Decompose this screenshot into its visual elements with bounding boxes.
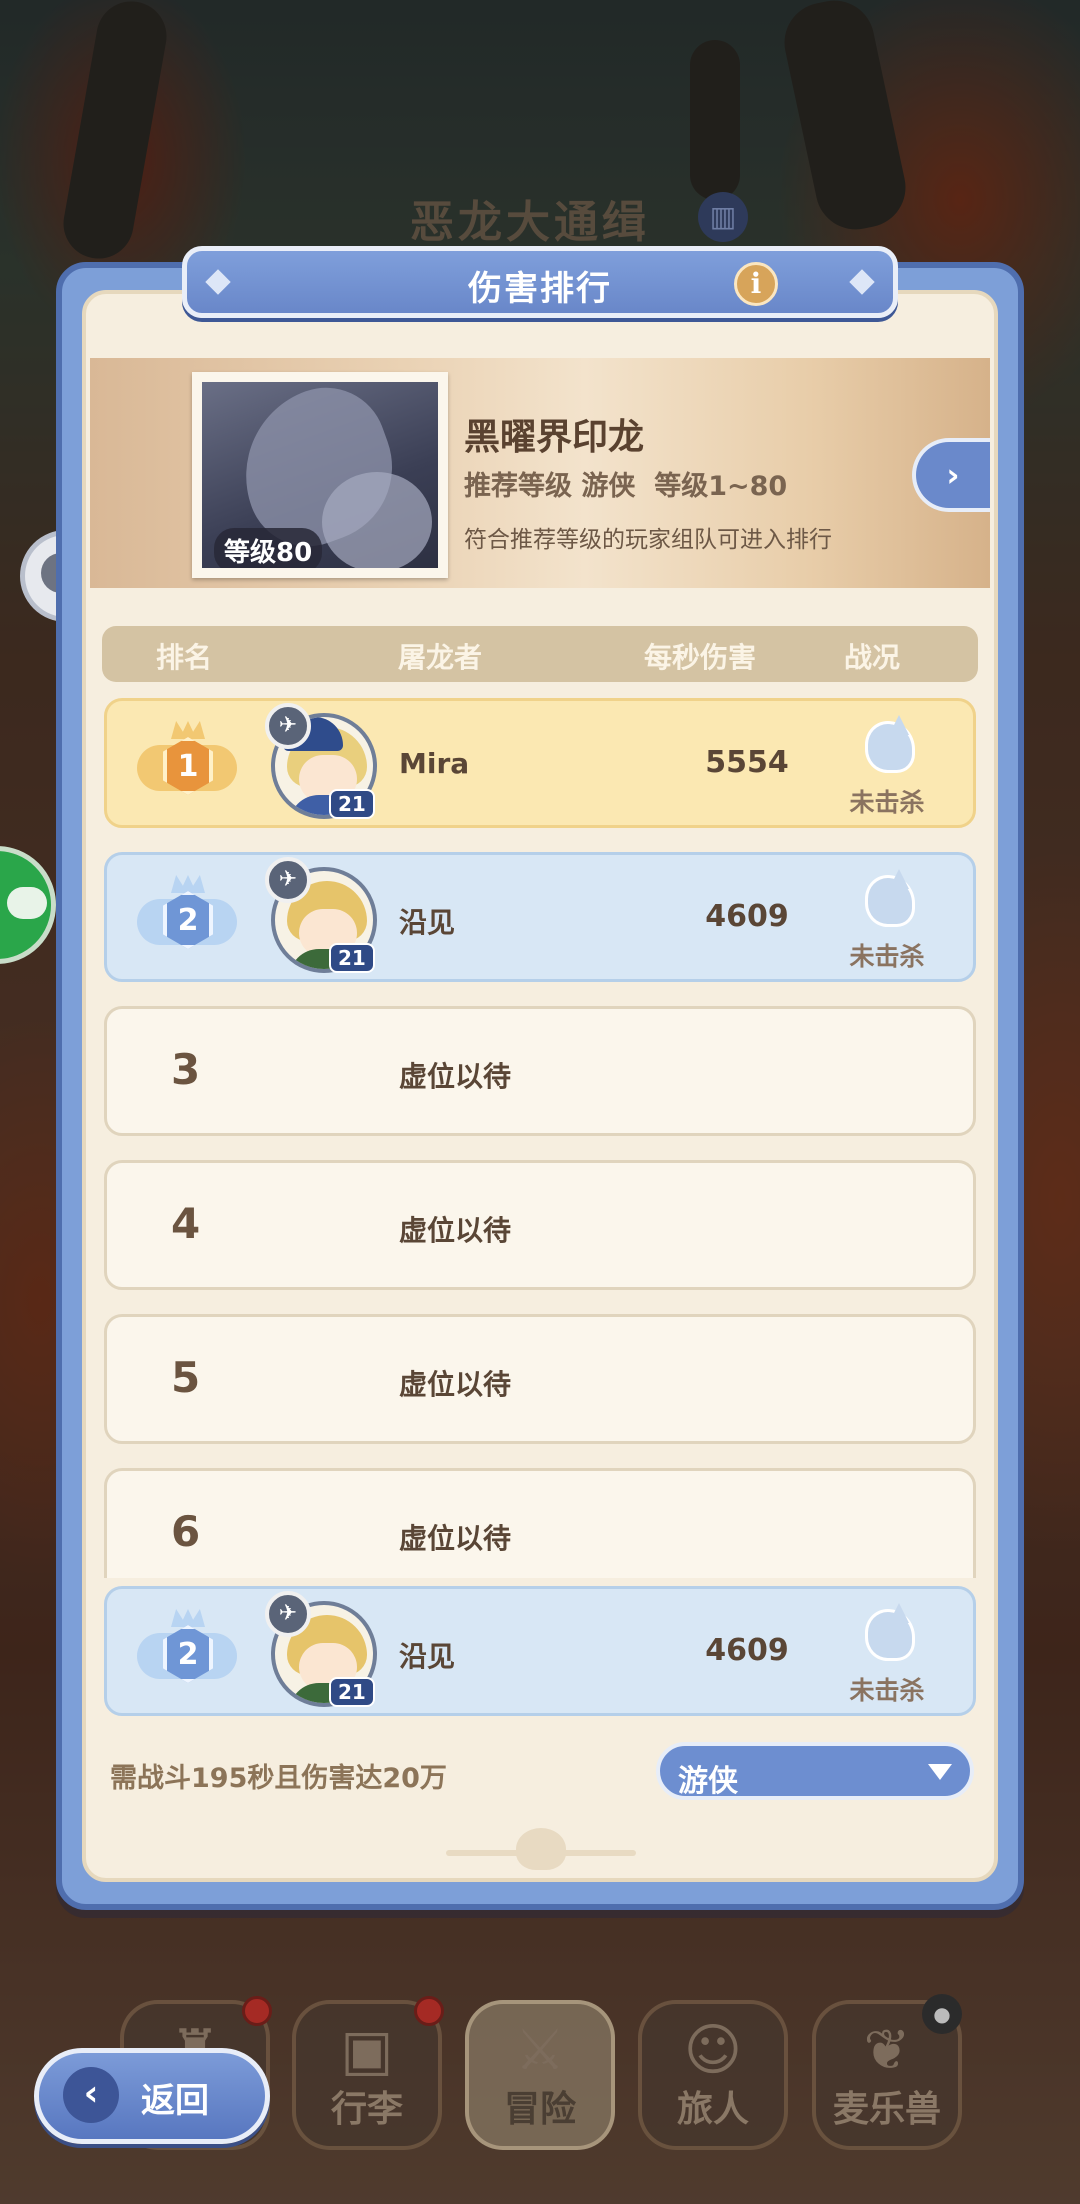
my-ranking-row[interactable]: 2 ✈ 21 沿见 4609 未击杀 <box>104 1586 976 1716</box>
boss-level-badge: 等级80 <box>214 528 323 568</box>
rank-number: 4 <box>171 1199 201 1248</box>
notification-dot <box>242 1996 272 2026</box>
empty-slot-text: 虚位以待 <box>399 1522 512 1555</box>
nav-label: 行李 <box>330 2089 403 2130</box>
panel-title: 伤害排行 <box>468 269 612 309</box>
ranger-class-icon: ✈ <box>265 1591 311 1637</box>
ranking-row: 5 虚位以待 <box>104 1314 976 1444</box>
nav-luggage[interactable]: ▣ 行李 <box>292 1996 444 2150</box>
ranking-list[interactable]: 1 ✈ 21 Mira 5554 未击杀 2 ✈ 21 沿见 4609 未击杀 … <box>96 688 986 1578</box>
back-arrow-icon: ‹ <box>63 2067 119 2123</box>
class-filter-value: 游侠 <box>678 1764 738 1799</box>
notification-dot <box>414 1996 444 2026</box>
dragon-icon <box>837 1603 937 1667</box>
dps-value: 4609 <box>705 1633 789 1668</box>
dps-value: 4609 <box>705 899 789 934</box>
rank-number: 5 <box>171 1353 201 1402</box>
battle-status: 未击杀 <box>849 942 925 971</box>
ranking-row[interactable]: 2 ✈ 21 沿见 4609 未击杀 <box>104 852 976 982</box>
caret-down-icon <box>928 1764 952 1780</box>
ranking-row: 6 虚位以待 <box>104 1468 976 1578</box>
chest-icon: ▣ <box>340 2018 394 2083</box>
dragon-icon <box>837 715 937 779</box>
player-level: 21 <box>329 943 375 973</box>
player-level: 21 <box>329 1677 375 1707</box>
dragon-image: 等级80 <box>202 382 438 568</box>
gold-medal-icon: 1 <box>137 719 237 809</box>
empty-slot-text: 虚位以待 <box>399 1214 512 1247</box>
battle-status: 未击杀 <box>849 1676 925 1705</box>
player-name: Mira <box>399 747 470 780</box>
traveler-icon: ☺ <box>683 2018 743 2083</box>
nav-traveler[interactable]: ☺ 旅人 <box>638 2000 788 2150</box>
class-filter-dropdown[interactable]: 游侠 <box>656 1742 974 1800</box>
header-dps: 每秒伤害 <box>644 641 757 674</box>
dragon-icon <box>837 869 937 933</box>
header-rank: 排名 <box>156 641 213 674</box>
chevron-right-icon[interactable]: › <box>912 438 990 512</box>
lock-icon: ● <box>922 1994 962 2034</box>
battle-status: 未击杀 <box>849 788 925 817</box>
header-status: 战况 <box>844 641 901 674</box>
empty-slot-text: 虚位以待 <box>399 1060 512 1093</box>
panel-header: 伤害排行 <box>182 246 898 318</box>
info-icon[interactable]: i <box>734 262 778 306</box>
header-slayer: 屠龙者 <box>398 641 483 674</box>
back-button[interactable]: ‹ 返回 <box>34 2048 270 2144</box>
requirement-text: 需战斗195秒且伤害达20万 <box>110 1763 447 1794</box>
background-title: 恶龙大通缉 <box>410 197 650 248</box>
ranking-row[interactable]: 1 ✈ 21 Mira 5554 未击杀 <box>104 698 976 828</box>
nav-label: 麦乐兽 <box>832 2089 941 2130</box>
player-level: 21 <box>329 789 375 819</box>
player-name: 沿见 <box>399 1640 456 1673</box>
ranger-class-icon: ✈ <box>265 857 311 903</box>
empty-slot-text: 虚位以待 <box>399 1368 512 1401</box>
ranger-class-icon: ✈ <box>265 703 311 749</box>
nav-label: 旅人 <box>676 2089 749 2130</box>
ranking-row: 3 虚位以待 <box>104 1006 976 1136</box>
boss-portrait: 等级80 <box>192 372 448 578</box>
book-icon[interactable]: ▥ <box>698 192 748 242</box>
decorative-ornament <box>446 1820 636 1880</box>
ranking-table-header: 排名 屠龙者 每秒伤害 战况 <box>102 626 978 682</box>
boss-banner: 等级80 黑曜界印龙 推荐等级 游侠 等级1~80 符合推荐等级的玩家组队可进入… <box>90 358 990 588</box>
crossed-swords-icon: ⚔ <box>514 2018 566 2083</box>
rank-number: 6 <box>171 1507 201 1556</box>
boss-note: 符合推荐等级的玩家组队可进入排行 <box>464 527 832 553</box>
nav-adventure[interactable]: ⚔ 冒险 <box>465 2000 615 2150</box>
dps-value: 5554 <box>705 745 789 780</box>
rank-number: 3 <box>171 1045 201 1094</box>
player-name: 沿见 <box>399 906 456 939</box>
boss-name: 黑曜界印龙 <box>464 417 645 458</box>
nav-creature[interactable]: ❦ 麦乐兽 ● <box>812 1994 962 2150</box>
nav-label: 冒险 <box>503 2089 576 2130</box>
boss-recommendation: 推荐等级 游侠 等级1~80 <box>464 471 788 502</box>
ranking-row: 4 虚位以待 <box>104 1160 976 1290</box>
back-label: 返回 <box>141 2081 209 2121</box>
silver-medal-icon: 2 <box>137 873 237 963</box>
silver-medal-icon: 2 <box>137 1607 237 1697</box>
